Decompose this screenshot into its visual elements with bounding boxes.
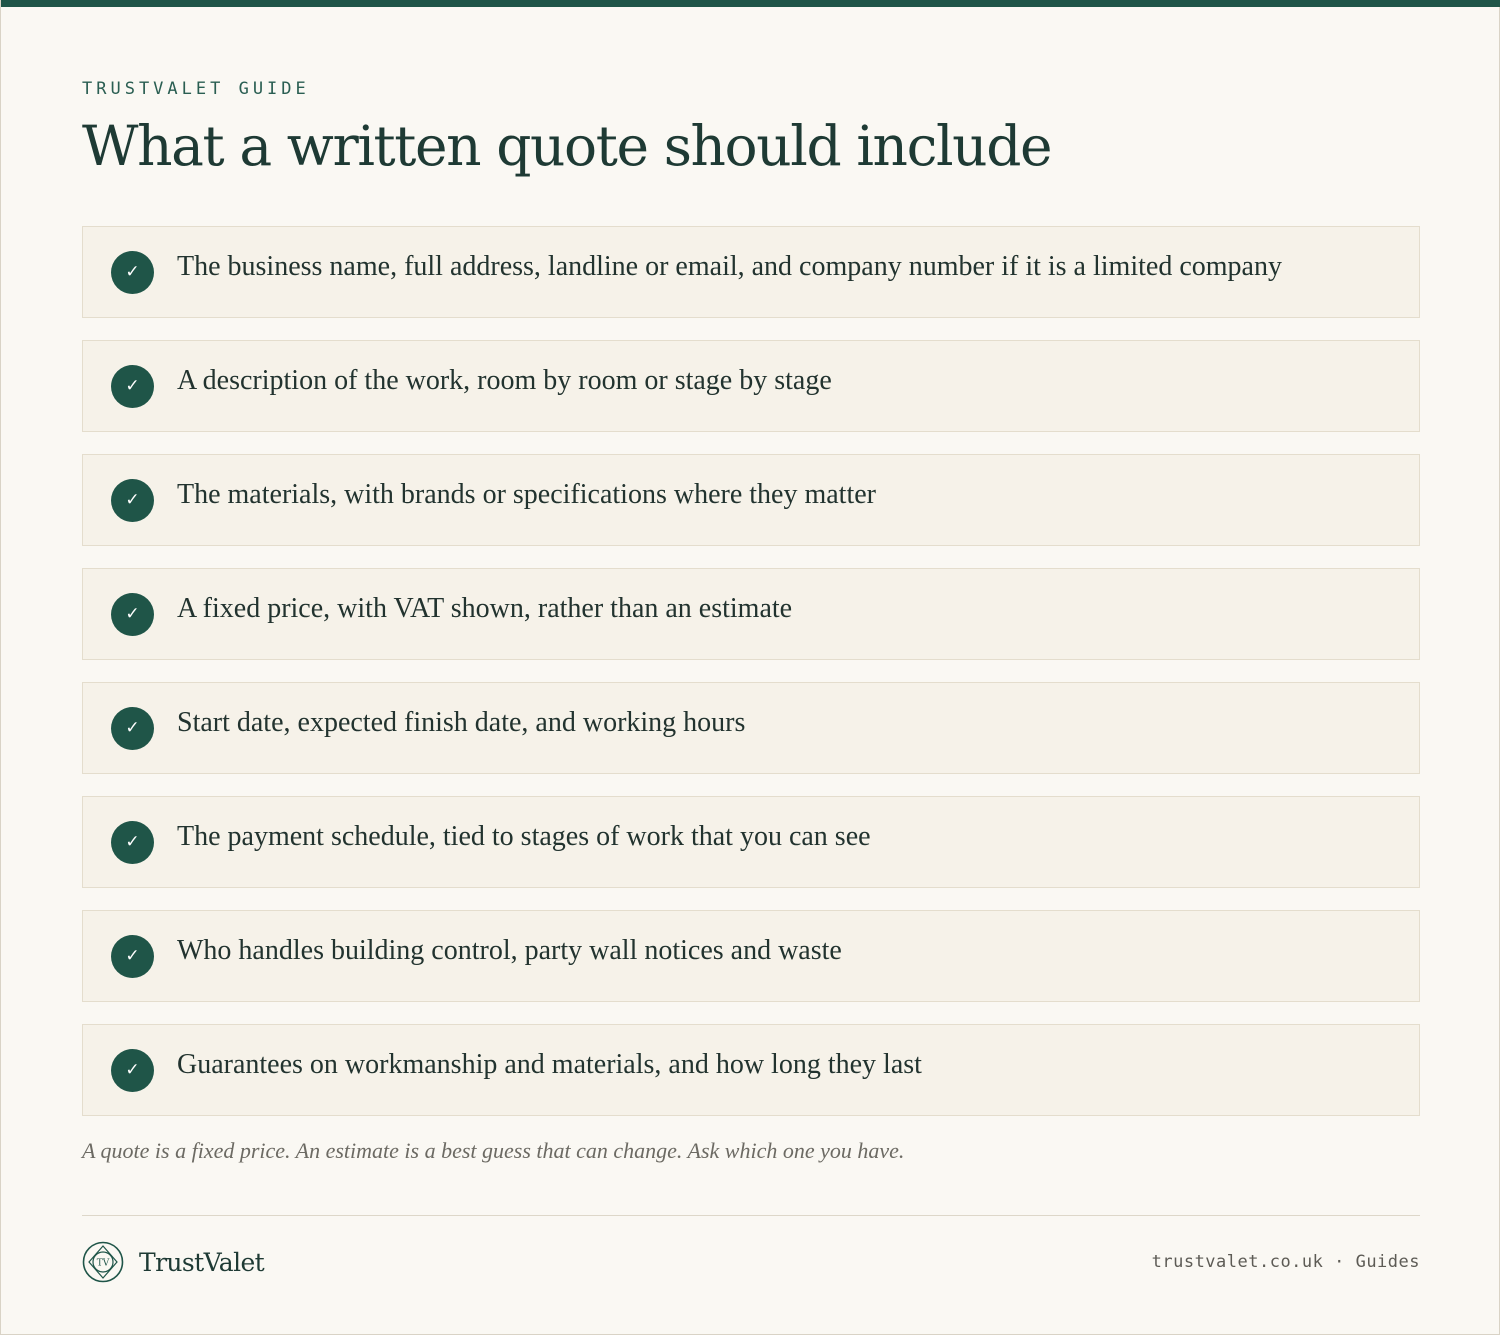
check-icon: ✓ — [111, 251, 154, 294]
check-icon: ✓ — [111, 479, 154, 522]
checklist-item: ✓ Who handles building control, party wa… — [82, 910, 1420, 1002]
checklist-item: ✓ A description of the work, room by roo… — [82, 340, 1420, 432]
checklist-item-text: A description of the work, room by room … — [177, 365, 832, 396]
check-icon: ✓ — [111, 593, 154, 636]
check-icon: ✓ — [111, 365, 154, 408]
page-title: What a written quote should include — [82, 114, 1053, 178]
top-accent-bar — [1, 0, 1500, 7]
checklist-item-text: Who handles building control, party wall… — [177, 935, 842, 966]
checklist-item-text: The materials, with brands or specificat… — [177, 479, 876, 510]
checklist-item-text: The payment schedule, tied to stages of … — [177, 821, 871, 852]
checklist: ✓ The business name, full address, landl… — [82, 226, 1420, 1138]
checklist-item: ✓ The payment schedule, tied to stages o… — [82, 796, 1420, 888]
checklist-item: ✓ Start date, expected finish date, and … — [82, 682, 1420, 774]
brand-name: TrustValet — [139, 1247, 265, 1277]
checklist-item-text: Start date, expected finish date, and wo… — [177, 707, 746, 738]
check-icon: ✓ — [111, 707, 154, 750]
brand: TV TrustValet — [82, 1241, 265, 1283]
checklist-item: ✓ The materials, with brands or specific… — [82, 454, 1420, 546]
checklist-item-text: A fixed price, with VAT shown, rather th… — [177, 593, 793, 624]
check-icon: ✓ — [111, 821, 154, 864]
checklist-item-text: The business name, full address, landlin… — [177, 251, 1282, 282]
footer-meta: trustvalet.co.uk · Guides — [1151, 1252, 1420, 1272]
checklist-item: ✓ The business name, full address, landl… — [82, 226, 1420, 318]
footer-divider — [82, 1215, 1420, 1216]
logo-monogram: TV — [97, 1259, 110, 1269]
eyebrow-label: TRUSTVALET GUIDE — [82, 79, 310, 99]
check-icon: ✓ — [111, 935, 154, 978]
footnote: A quote is a fixed price. An estimate is… — [82, 1138, 905, 1163]
trustvalet-logo-icon: TV — [82, 1241, 124, 1283]
checklist-item-text: Guarantees on workmanship and materials,… — [177, 1049, 922, 1080]
checklist-item: ✓ A fixed price, with VAT shown, rather … — [82, 568, 1420, 660]
checklist-item: ✓ Guarantees on workmanship and material… — [82, 1024, 1420, 1116]
check-icon: ✓ — [111, 1049, 154, 1092]
